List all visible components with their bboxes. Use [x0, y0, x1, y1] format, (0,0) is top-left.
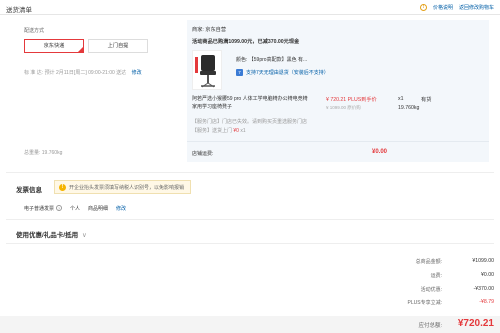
summary-shipping-value: ¥0.00 [481, 272, 494, 278]
total-value: ¥720.21 [457, 318, 494, 329]
return-policy-text: 支持7天无理由退货（安装后不支持） [246, 70, 329, 76]
service-delivery-label: 【服务】送货上门 [192, 128, 234, 134]
invoice-edit-link[interactable]: 修改 [116, 205, 126, 212]
delivery-time: 标 准 达: 预计 2月11日[周二] 09:00-21:00 送达 修改 [24, 69, 142, 76]
summary-promo-value: -¥370.00 [473, 286, 494, 292]
delivery-time-value: 预计 2月11日[周二] 09:00-21:00 送达 [44, 70, 127, 76]
store-shipping-fee-label: 店铺运费: [192, 151, 214, 157]
summary-shipping-label: 运费: [430, 273, 442, 279]
shield-icon: 7 [236, 69, 243, 76]
delivery-time-label: 标 准 达: [24, 70, 44, 76]
invoice-content: 商品明细 [88, 206, 109, 212]
help-icon[interactable]: ? [56, 205, 63, 211]
total-label: 应付总额: [418, 323, 442, 329]
shipping-method-label: 配送方式 [24, 28, 45, 34]
summary-plus-label: PLUS专享立减: [407, 300, 442, 306]
service-delivery: 【服务】送货上门 ¥0 x1 [192, 127, 246, 134]
total-weight: 总重量: 19.760kg [24, 150, 63, 156]
section-divider [6, 172, 494, 173]
invoice-tip: ! 开企业抬头发票须填写纳税人识别号，以免影响报销 [54, 180, 192, 194]
return-policy: 7 支持7天无理由退货（安装后不支持） [236, 69, 329, 76]
summary-promo-label: 活动优惠: [420, 287, 442, 293]
info-icon: ! [59, 183, 66, 191]
back-to-cart-link[interactable]: 返回修改购物车 [459, 4, 494, 11]
product-color: 颜色: 【59pro高配款】黑色 有... [236, 57, 308, 63]
store-divider [187, 141, 489, 142]
product-image[interactable] [192, 50, 222, 90]
summary-goods-total-value: ¥1099.00 [472, 258, 494, 264]
header-links: ! 价格说明 返回修改购物车 [419, 4, 494, 11]
store-shipping-fee-value: ¥0.00 [372, 149, 388, 155]
stock-status: 有货 [421, 97, 432, 103]
chevron-down-icon: ∨ [81, 232, 87, 239]
page-section-title: 送货清单 [6, 7, 32, 14]
invoice-person: 个人 [70, 206, 81, 212]
invoice-type: 电子普通发票? [24, 205, 63, 212]
self-pickup-option[interactable]: 上门自提 [88, 39, 148, 53]
header-divider [0, 14, 500, 15]
product-name[interactable]: 阿若严选小猴腰59 pro 人体工学电脑椅办公椅电竞椅家用学习座椅凳子 [192, 96, 312, 111]
product-price: ¥ 720.21 PLUS到手价 [326, 97, 377, 103]
price-note-link[interactable]: 价格说明 [433, 4, 453, 11]
promo-text: 活动商品已购满1099.00元，已减370.00元现金 [192, 39, 300, 45]
store-name: 商家: 京东自营 [192, 27, 227, 33]
invoice-tip-text: 开企业抬头发票须填写纳税人识别号，以免影响报销 [69, 184, 185, 191]
product-original-price: ¥ 1099.00 原价购 [326, 105, 361, 110]
product-weight: 19.760kg [398, 105, 420, 111]
info-icon: ! [419, 4, 427, 11]
product-quantity: x1 [398, 96, 404, 102]
invoice-type-label: 电子普通发票 [24, 206, 55, 212]
section-divider [6, 219, 494, 220]
summary-plus-value: -¥8.79 [479, 299, 494, 305]
invoice-title: 发票信息 [16, 187, 42, 194]
service-store-note: 【服务门店】门店已失效。请到购买页重选服务门店 [192, 119, 308, 125]
delivery-time-edit-link[interactable]: 修改 [132, 70, 142, 76]
summary-goods-total-label: 总商品金额: [415, 259, 442, 265]
invoice-details: 电子普通发票? 个人 商品明细 修改 [24, 205, 126, 212]
coupon-title: 使用优惠/礼品卡/抵用 [16, 232, 79, 239]
coupon-toggle[interactable]: 使用优惠/礼品卡/抵用 ∨ [16, 229, 87, 239]
office-chair-image [195, 55, 216, 88]
section-divider [6, 243, 494, 244]
express-delivery-option[interactable]: 京东快递 [24, 39, 84, 53]
service-delivery-qty: x1 [238, 128, 246, 134]
